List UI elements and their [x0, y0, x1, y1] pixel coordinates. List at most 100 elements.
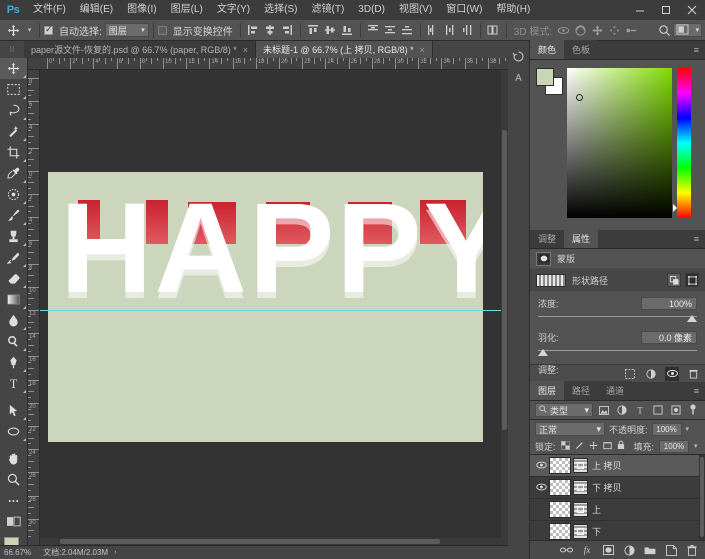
layer-thumbnail[interactable]: [549, 523, 571, 540]
filter-shape-icon[interactable]: [651, 403, 665, 417]
layer-filter-dropdown[interactable]: 类型 ▾: [535, 403, 593, 417]
search-icon[interactable]: [656, 21, 673, 39]
hue-slider[interactable]: [677, 68, 691, 218]
maximize-icon[interactable]: [653, 0, 679, 20]
lock-all-icon[interactable]: [617, 440, 625, 452]
menu-item-4[interactable]: 文字(Y): [210, 0, 257, 20]
close-icon[interactable]: [679, 0, 705, 20]
layer-vector-mask-thumbnail[interactable]: [573, 458, 588, 473]
menu-item-2[interactable]: 图像(I): [120, 0, 163, 20]
canvas-area[interactable]: HAPPY HAPPY: [40, 70, 508, 545]
history-brush-tool[interactable]: [0, 247, 27, 268]
align-top-edges-icon[interactable]: [305, 21, 322, 39]
add-mask-icon[interactable]: [601, 543, 615, 557]
history-panel-icon[interactable]: [508, 45, 529, 67]
rotate-3d-icon[interactable]: [555, 21, 572, 39]
density-value[interactable]: 100%: [641, 297, 697, 310]
quick-selection-tool[interactable]: [0, 121, 27, 142]
filter-toggle-icon[interactable]: [686, 403, 700, 417]
foreground-color-swatch[interactable]: [536, 68, 554, 86]
marquee-tool[interactable]: [0, 79, 27, 100]
feather-slider-knob[interactable]: [538, 349, 548, 356]
delete-layer-icon[interactable]: [685, 543, 699, 557]
workspace-switcher[interactable]: ▾: [673, 23, 702, 37]
filter-smart-icon[interactable]: [669, 403, 683, 417]
close-tab-icon[interactable]: ×: [243, 45, 248, 55]
document-tab-0[interactable]: paper源文件-恢复的.psd @ 66.7% (paper, RGB/8) …: [24, 41, 256, 58]
lock-artboard-icon[interactable]: [602, 441, 612, 452]
clone-stamp-tool[interactable]: [0, 226, 27, 247]
shape-path-thumbnail[interactable]: [536, 273, 566, 287]
blend-mode-dropdown[interactable]: 正常 ▾: [535, 422, 605, 436]
pen-tool[interactable]: [0, 352, 27, 373]
blur-tool[interactable]: [0, 310, 27, 331]
more-tools[interactable]: [0, 490, 27, 511]
scale-3d-icon[interactable]: [623, 21, 640, 39]
panel-menu-icon[interactable]: ≡: [688, 381, 705, 400]
status-chevron-icon[interactable]: ›: [114, 549, 116, 556]
tab-properties[interactable]: 属性: [564, 229, 599, 248]
crop-tool[interactable]: [0, 142, 27, 163]
color-field-marker[interactable]: [576, 94, 583, 101]
tab-layers[interactable]: 图层: [530, 381, 565, 400]
lasso-tool[interactable]: [0, 100, 27, 121]
fill-chevron-icon[interactable]: ▾: [694, 442, 698, 450]
menu-item-7[interactable]: 3D(D): [351, 0, 392, 20]
lock-image-icon[interactable]: [575, 441, 584, 452]
fill-value[interactable]: 100%: [659, 439, 690, 453]
scrollbar-thumb[interactable]: [502, 130, 507, 430]
density-slider[interactable]: [538, 313, 697, 323]
layer-thumbnail[interactable]: [549, 501, 571, 518]
layer-vector-mask-thumbnail[interactable]: [573, 502, 588, 517]
minimize-icon[interactable]: [627, 0, 653, 20]
dodge-tool[interactable]: [0, 331, 27, 352]
menu-item-9[interactable]: 窗口(W): [439, 0, 489, 20]
horizontal-guide[interactable]: [40, 310, 508, 311]
menu-item-8[interactable]: 视图(V): [392, 0, 439, 20]
feather-slider[interactable]: [538, 347, 697, 357]
layer-row[interactable]: 上: [530, 499, 705, 521]
menu-item-1[interactable]: 编辑(E): [73, 0, 120, 20]
align-vertical-centers-icon[interactable]: [322, 21, 339, 39]
align-bottom-edges-icon[interactable]: [339, 21, 356, 39]
path-selection-tool[interactable]: [0, 400, 27, 421]
menu-item-0[interactable]: 文件(F): [26, 0, 73, 20]
zoom-tool[interactable]: [0, 469, 27, 490]
tab-color[interactable]: 颜色: [530, 40, 565, 59]
lock-transparency-icon[interactable]: [560, 440, 570, 452]
link-layers-icon[interactable]: [559, 543, 573, 557]
layer-thumbnail[interactable]: [549, 457, 571, 474]
distribute-bottom-icon[interactable]: [399, 21, 416, 39]
eyedropper-tool[interactable]: [0, 163, 27, 184]
character-panel-icon[interactable]: A: [508, 67, 529, 89]
roll-3d-icon[interactable]: [572, 21, 589, 39]
menu-item-3[interactable]: 图层(L): [164, 0, 210, 20]
feather-value[interactable]: 0.0 像素: [641, 331, 697, 344]
hue-slider-marker[interactable]: [673, 204, 677, 212]
filter-pixel-icon[interactable]: [597, 403, 611, 417]
show-transform-checkbox[interactable]: [157, 25, 167, 35]
menu-item-6[interactable]: 滤镜(T): [305, 0, 352, 20]
opacity-chevron-icon[interactable]: ▾: [686, 425, 690, 433]
vertical-ruler[interactable]: 8 6 4 2 0 2 4 6 8 10 12 14 16 18 20 22 24 26 28 30: [28, 70, 40, 545]
brush-tool[interactable]: [0, 205, 27, 226]
tab-paths[interactable]: 路径: [564, 381, 599, 400]
distribute-hcenter-icon[interactable]: [442, 21, 459, 39]
distribute-right-icon[interactable]: [459, 21, 476, 39]
panel-menu-icon[interactable]: ≡: [688, 229, 705, 248]
tab-channels[interactable]: 通道: [598, 381, 633, 400]
move-tool-icon[interactable]: [2, 21, 24, 40]
shape-tool[interactable]: [0, 421, 27, 442]
layer-visibility-icon[interactable]: [533, 461, 549, 471]
distribute-left-icon[interactable]: [425, 21, 442, 39]
vector-mask-button[interactable]: [685, 273, 699, 287]
layer-row[interactable]: 下 拷贝: [530, 477, 705, 499]
adjustment-layer-icon[interactable]: [622, 543, 636, 557]
distribute-center-icon[interactable]: [382, 21, 399, 39]
scrollbar-thumb[interactable]: [700, 457, 704, 537]
gradient-tool[interactable]: [0, 289, 27, 310]
scrollbar-thumb[interactable]: [60, 539, 440, 544]
panel-menu-icon[interactable]: ≡: [688, 40, 705, 59]
menu-item-5[interactable]: 选择(S): [257, 0, 304, 20]
distribute-top-icon[interactable]: [365, 21, 382, 39]
